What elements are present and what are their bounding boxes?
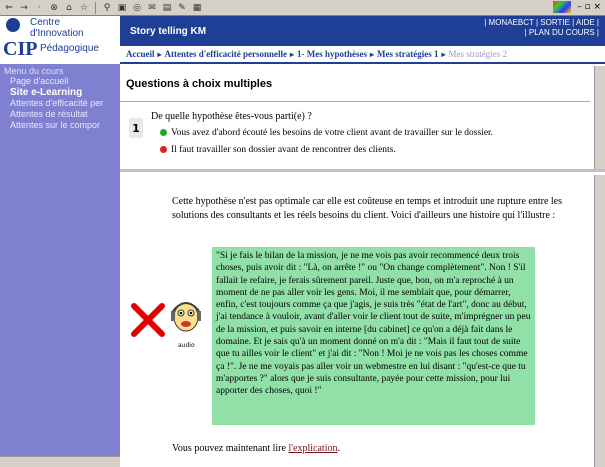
logo-line-2: d'Innovation	[30, 28, 84, 39]
section-title: Questions à choix multiples	[126, 78, 273, 90]
home-icon[interactable]: ⌂	[63, 2, 75, 14]
breadcrumb-arrow-icon: ▸	[289, 49, 294, 59]
forward-icon[interactable]: →	[18, 2, 30, 14]
logo-line-3: Pédagogique	[40, 43, 99, 54]
cip-logo: Centre d'Innovation Pédagogique CIP	[0, 16, 120, 64]
read-more-suffix: .	[337, 443, 340, 454]
link-aide[interactable]: AIDE	[576, 18, 595, 27]
read-more: Vous pouvez maintenant lire l'explicatio…	[172, 443, 340, 454]
story-quote: "Si je fais le bilan de la mission, je n…	[212, 247, 535, 425]
menu-title: Menu du cours	[4, 66, 64, 76]
sidebar-item-resultat[interactable]: Attentes de résultat	[4, 109, 116, 120]
answer-option-2-text: Il faut travailler son dossier avant de …	[171, 145, 396, 155]
question-frame: Questions à choix multiples 1 De quelle …	[120, 66, 605, 172]
divider	[120, 101, 590, 102]
answer-vscrollbar[interactable]	[594, 175, 605, 467]
logo-abbr: CIP	[3, 38, 38, 60]
red-dot-icon	[160, 146, 167, 154]
question-number: 1	[129, 118, 143, 138]
green-dot-icon	[160, 129, 167, 137]
question-prompt: De quelle hypothèse êtes-vous parti(e) ?	[151, 111, 312, 122]
answer-option-1-text: Vous avez d'abord écouté les besoins de …	[171, 128, 494, 138]
breadcrumb-accueil[interactable]: Accueil	[126, 49, 155, 59]
breadcrumb-arrow-icon: ▸	[157, 49, 162, 59]
question-vscrollbar[interactable]	[594, 66, 605, 169]
cip-logo-icon	[6, 18, 20, 32]
breadcrumb-hypotheses[interactable]: 1- Mes hypothèses	[297, 49, 367, 59]
windows-logo-icon	[553, 1, 572, 13]
back-icon[interactable]: ⇐	[3, 2, 15, 14]
stop-icon[interactable]: ·	[33, 2, 45, 14]
course-menu-sidebar: Menu du cours Page d'accueil Site e-Lear…	[0, 64, 120, 467]
sidebar-item-efficacite[interactable]: Attentes d'efficacité per	[4, 98, 116, 109]
link-plan-du-cours[interactable]: PLAN DU COURS	[529, 28, 595, 37]
header-bar: Story telling KM | MONAEBCT | SORTIE | A…	[120, 16, 605, 46]
print-icon[interactable]: ▤	[161, 2, 173, 14]
search-icon[interactable]: ⚲	[101, 2, 113, 14]
explanation-link[interactable]: l'explication	[288, 443, 337, 454]
discuss-icon[interactable]: ▦	[191, 2, 203, 14]
breadcrumb-attentes[interactable]: Attentes d'efficacité personnelle	[165, 49, 287, 59]
explanation-text: Cette hypothèse n'est pas optimale car e…	[172, 196, 563, 221]
wrong-answer-icon	[131, 303, 165, 337]
logo-line-1: Centre	[30, 17, 61, 28]
sidebar-hscrollbar[interactable]	[0, 456, 120, 467]
history-icon[interactable]: ▣	[116, 2, 128, 14]
app-title: Story telling KM	[130, 26, 207, 37]
answer-option-2[interactable]: Il faut travailler son dossier avant de …	[160, 145, 396, 155]
breadcrumb-arrow-icon: ▸	[370, 49, 375, 59]
top-links: | MONAEBCT | SORTIE | AIDE | | PLAN DU C…	[484, 18, 599, 37]
edit-icon[interactable]: ✎	[176, 2, 188, 14]
sidebar-item-comportement[interactable]: Attentes sur le compor	[4, 120, 116, 131]
link-sortie[interactable]: SORTIE	[540, 18, 570, 27]
channels-icon[interactable]: ◎	[131, 2, 143, 14]
window-controls: – ▫ ×	[553, 1, 601, 13]
read-more-prefix: Vous pouvez maintenant lire	[172, 443, 289, 454]
mail-icon[interactable]: ✉	[146, 2, 158, 14]
answer-frame: Cette hypothèse n'est pas optimale car e…	[120, 175, 605, 467]
site-header: Centre d'Innovation Pédagogique CIP Stor…	[0, 16, 605, 64]
breadcrumb: Accueil ▸ Attentes d'efficacité personne…	[120, 46, 605, 64]
refresh-icon[interactable]: ⊗	[48, 2, 60, 14]
sidebar-item-accueil[interactable]: Page d'accueil	[4, 76, 116, 87]
window-buttons[interactable]: – ▫ ×	[577, 2, 601, 12]
breadcrumb-arrow-icon: ▸	[441, 49, 446, 59]
answer-option-1[interactable]: Vous avez d'abord écouté les besoins de …	[160, 128, 493, 138]
favorites-icon[interactable]: ☆	[78, 2, 90, 14]
browser-toolbar: ⇐ → · ⊗ ⌂ ☆ ⚲ ▣ ◎ ✉ ▤ ✎ ▦ – ▫ ×	[0, 0, 605, 16]
link-user[interactable]: MONAEBCT	[489, 18, 534, 27]
breadcrumb-strategies-2: Mes stratégies 2	[448, 49, 508, 59]
audio-icon[interactable]	[168, 299, 204, 339]
audio-label: audio	[178, 342, 195, 349]
breadcrumb-strategies-1[interactable]: Mes stratégies 1	[377, 49, 438, 59]
sidebar-item-elearning[interactable]: Site e-Learning	[4, 87, 116, 98]
